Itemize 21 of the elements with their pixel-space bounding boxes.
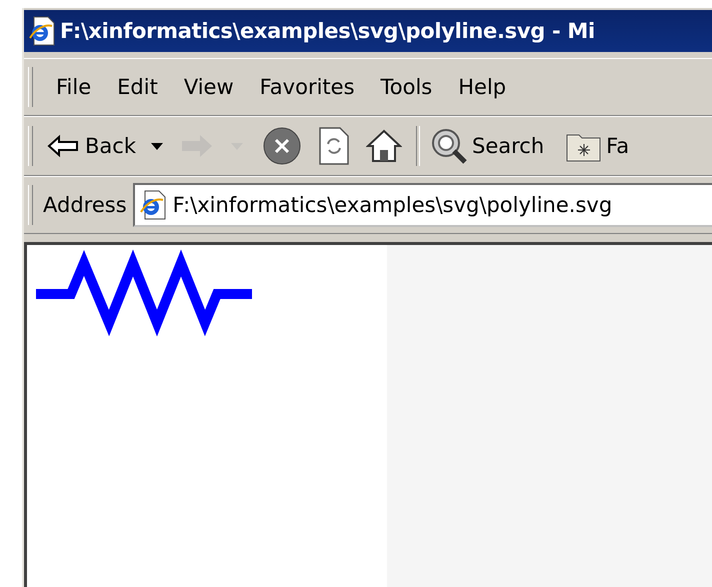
magnifier-icon xyxy=(430,127,468,165)
back-button[interactable]: Back xyxy=(43,134,140,158)
menu-item[interactable]: Help xyxy=(445,75,520,99)
window-title: F:\xinformatics\examples\svg\polyline.svg - Mi xyxy=(60,19,595,43)
caret-icon[interactable] xyxy=(150,141,164,151)
home-icon[interactable] xyxy=(366,128,402,164)
address-field[interactable]: F:\xinformatics\examples\svg\polyline.svg xyxy=(132,183,712,227)
refresh-icon[interactable] xyxy=(318,126,350,166)
menu-item[interactable]: Favorites xyxy=(246,75,368,99)
favorites-button[interactable]: Fa xyxy=(562,130,634,162)
address-label: Address xyxy=(43,193,127,217)
search-button[interactable]: Search xyxy=(426,127,548,165)
page-icon xyxy=(138,190,167,220)
browser-icon xyxy=(28,16,56,46)
toolbar-separator xyxy=(416,126,420,166)
menu-item[interactable]: Tools xyxy=(368,75,446,99)
stop-icon[interactable] xyxy=(262,126,302,166)
left-arrow-icon xyxy=(47,134,81,158)
menu-item[interactable]: View xyxy=(170,75,247,99)
menu-item[interactable]: File xyxy=(43,75,104,99)
menu-item[interactable]: Edit xyxy=(104,75,171,99)
